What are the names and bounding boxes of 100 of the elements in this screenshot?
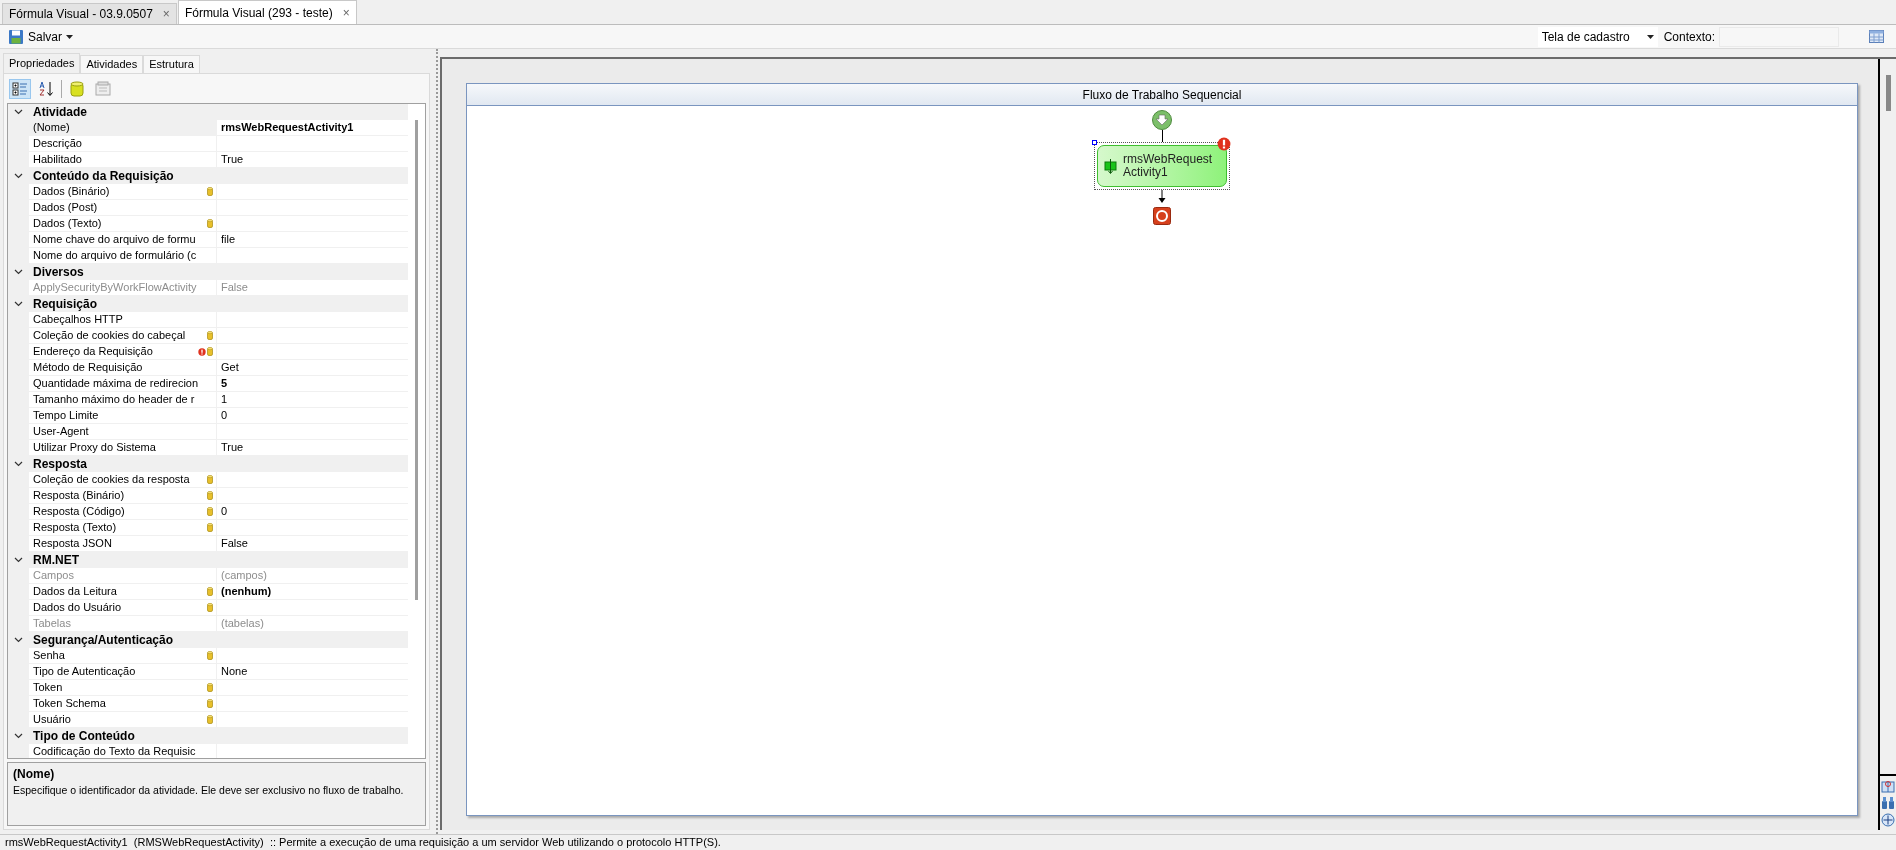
property-name[interactable]: Resposta (Código): [29, 504, 217, 520]
database-icon: [207, 651, 213, 660]
dropdown-caret-icon: [1646, 34, 1654, 39]
database-icon: [207, 491, 213, 500]
property-value[interactable]: 5: [217, 376, 408, 392]
property-name[interactable]: Dados (Texto): [29, 216, 217, 232]
property-name[interactable]: Resposta (Binário): [29, 488, 217, 504]
property-value[interactable]: 0: [217, 504, 408, 520]
property-value[interactable]: Get: [217, 360, 408, 376]
property-name[interactable]: Nome do arquivo de formulário (c: [29, 248, 217, 264]
database-icon: [207, 507, 213, 516]
property-name[interactable]: Token: [29, 680, 217, 696]
property-value[interactable]: True: [217, 440, 408, 456]
property-name[interactable]: Resposta JSON: [29, 536, 217, 552]
close-button[interactable]: ×: [162, 5, 170, 23]
property-name[interactable]: Endereço da Requisição: [29, 344, 217, 360]
property-name[interactable]: Cabeçalhos HTTP: [29, 312, 217, 328]
category-header: Requisição: [32, 296, 98, 313]
property-name[interactable]: Quantidade máxima de redirecion: [29, 376, 217, 392]
error-icon: [198, 347, 206, 356]
toolbar-button[interactable]: [9, 79, 31, 99]
activity-node[interactable]: rmsWebRequestActivity1: [1097, 145, 1227, 187]
database-icon: [207, 699, 213, 708]
scrollbar-thumb[interactable]: [415, 120, 418, 600]
chevron-down-icon[interactable]: [14, 109, 23, 115]
property-value[interactable]: False: [217, 536, 408, 552]
database-icon: [207, 603, 213, 612]
sort-alphabetical-icon: [38, 81, 54, 97]
property-name[interactable]: Dados (Post): [29, 200, 217, 216]
property-name[interactable]: Habilitado: [29, 152, 217, 168]
category-header: Atividade: [32, 104, 87, 121]
panel-tab[interactable]: Atividades: [80, 55, 144, 73]
property-name[interactable]: Descrição: [29, 136, 217, 152]
database-icon: [207, 523, 213, 532]
property-name[interactable]: Dados da Leitura: [29, 584, 217, 600]
panel-tab[interactable]: Estrutura: [143, 55, 200, 73]
chevron-down-icon[interactable]: [14, 557, 23, 563]
category-header: Segurança/Autenticação: [32, 632, 174, 649]
property-name[interactable]: Coleção de cookies da resposta: [29, 472, 217, 488]
stop-icon: [1153, 207, 1171, 225]
panel-tab[interactable]: Propriedades: [3, 53, 81, 73]
table-icon[interactable]: [1869, 30, 1884, 43]
property-value[interactable]: (nenhum): [217, 584, 408, 600]
property-name[interactable]: Coleção de cookies do cabeçal: [29, 328, 217, 344]
description-text: Especifique o identificador da atividade. Ele deve ser exclusivo no fluxo de trabalho.: [13, 783, 405, 798]
property-name[interactable]: User-Agent: [29, 424, 217, 440]
property-name[interactable]: Usuário: [29, 712, 217, 728]
property-name[interactable]: Tamanho máximo do header de r: [29, 392, 217, 408]
property-value[interactable]: rmsWebRequestActivity1: [217, 120, 408, 136]
property-name[interactable]: Senha: [29, 648, 217, 664]
connector-arrow: [1158, 190, 1166, 204]
database-icon: [207, 331, 213, 340]
property-name[interactable]: Token Schema: [29, 696, 217, 712]
tab-title: Fórmula Visual - 03.9.0507: [9, 6, 153, 23]
property-value[interactable]: 0: [217, 408, 408, 424]
property-name[interactable]: Tipo de Autenticação: [29, 664, 217, 680]
close-button[interactable]: ×: [342, 3, 350, 22]
chevron-down-icon[interactable]: [14, 637, 23, 643]
scrollbar-thumb[interactable]: [1885, 75, 1891, 111]
property-value[interactable]: file: [217, 232, 408, 248]
chevron-down-icon[interactable]: [14, 733, 23, 739]
status-text: rmsWebRequestActivity1 (RMSWebRequestActivity) :: Permite a execução de uma requisição a um servidor Web utilizando o protocolo HTTP(S).: [5, 835, 721, 850]
document-tab[interactable]: Fórmula Visual (293 - teste) ×: [177, 0, 357, 24]
property-name[interactable]: Utilizar Proxy do Sistema: [29, 440, 217, 456]
chevron-down-icon[interactable]: [14, 301, 23, 307]
category-header: Conteúdo da Requisição: [32, 168, 174, 185]
context-label: Contexto:: [1663, 28, 1715, 46]
zoom-book-icon[interactable]: [1881, 779, 1895, 793]
property-value[interactable]: True: [217, 152, 408, 168]
database-icon: [207, 475, 213, 484]
property-value[interactable]: 1: [217, 392, 408, 408]
database-icon: [207, 715, 213, 724]
screen-select[interactable]: Tela de cadastro: [1537, 26, 1658, 47]
property-name[interactable]: Dados (Binário): [29, 184, 217, 200]
save-button[interactable]: Salvar: [4, 26, 66, 47]
database-icon: [207, 683, 213, 692]
chevron-down-icon[interactable]: [14, 269, 23, 275]
database-icon: [207, 219, 213, 228]
property-pages-icon: [95, 81, 111, 97]
category-header: Resposta: [32, 456, 88, 473]
property-value[interactable]: [217, 744, 408, 758]
error-icon: [1217, 137, 1231, 151]
binoculars-icon[interactable]: [1881, 796, 1895, 810]
activity-name: rmsWebRequestActivity1: [1123, 153, 1214, 179]
property-name[interactable]: Tempo Limite: [29, 408, 217, 424]
property-name[interactable]: Codificação do Texto da Requisic: [29, 744, 217, 758]
property-name[interactable]: Método de Requisição: [29, 360, 217, 376]
tab-title: Fórmula Visual (293 - teste): [184, 4, 333, 22]
chevron-down-icon[interactable]: [14, 461, 23, 467]
categorized-icon: [12, 81, 28, 97]
chevron-down-icon[interactable]: [14, 173, 23, 179]
selection-handle[interactable]: [1092, 140, 1097, 145]
pan-icon[interactable]: [1881, 813, 1895, 827]
property-value[interactable]: None: [217, 664, 408, 680]
property-name[interactable]: Resposta (Texto): [29, 520, 217, 536]
document-tab[interactable]: Fórmula Visual - 03.9.0507 ×: [2, 3, 177, 24]
property-name[interactable]: Nome chave do arquivo de formu: [29, 232, 217, 248]
property-name[interactable]: Dados do Usuário: [29, 600, 217, 616]
dropdown-caret-icon: [66, 34, 73, 39]
context-field[interactable]: [1719, 26, 1839, 47]
